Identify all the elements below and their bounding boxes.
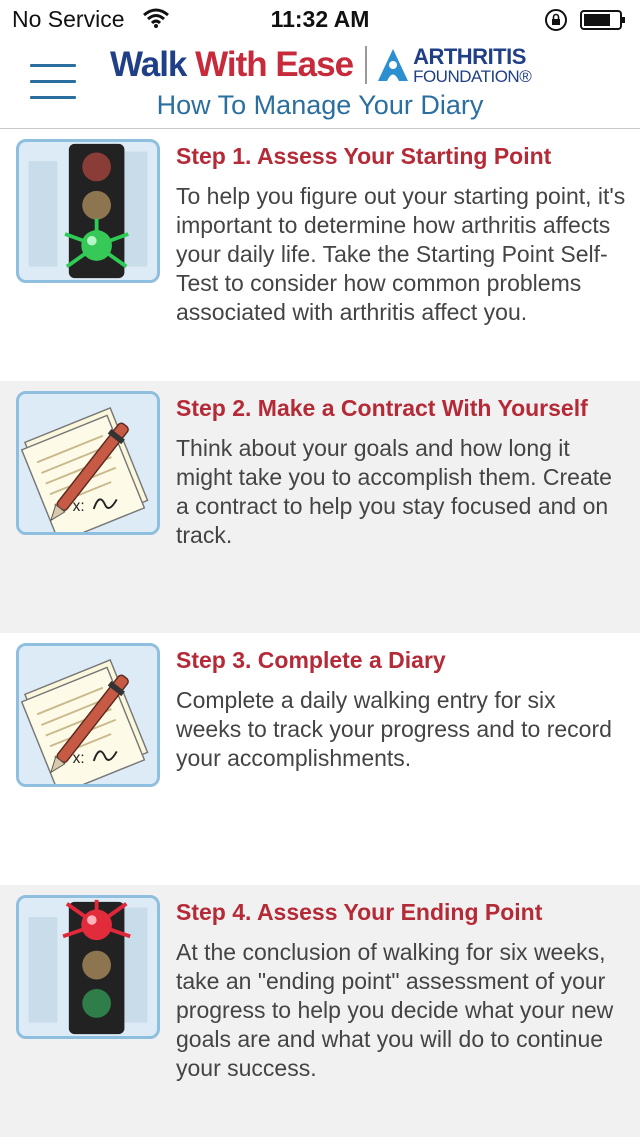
walk-with-ease-logo: Walk With Ease <box>110 45 354 84</box>
step-row-4[interactable]: Step 4. Assess Your Ending Point At the … <box>0 885 640 1137</box>
status-bar: No Service 11:32 AM <box>0 0 640 40</box>
step-title: Step 4. Assess Your Ending Point <box>176 899 543 925</box>
step-description: To help you figure out your starting poi… <box>176 183 626 325</box>
step-row-3[interactable]: x: Step 3. Complete a Diary Complete a d… <box>0 633 640 885</box>
step-row-1[interactable]: Step 1. Assess Your Starting Point To he… <box>0 129 640 381</box>
contract-pen-icon: x: <box>16 643 160 787</box>
step-description: Think about your goals and how long it m… <box>176 435 612 548</box>
step-title: Step 1. Assess Your Starting Point <box>176 143 552 169</box>
arthritis-foundation-mark-icon <box>378 49 409 81</box>
step-title: Step 2. Make a Contract With Yourself <box>176 395 588 421</box>
menu-line <box>30 80 76 83</box>
arthritis-foundation-logo: ARTHRITIS FOUNDATION® <box>377 45 532 85</box>
rotation-lock-icon <box>545 9 567 31</box>
app-header: Walk With Ease ARTHRITIS FOUNDATION® How… <box>0 40 640 129</box>
logo-divider <box>365 46 368 84</box>
page-title: How To Manage Your Diary <box>156 90 484 120</box>
traffic-light-red-icon <box>16 895 160 1039</box>
step-description: At the conclusion of walking for six wee… <box>176 939 614 1081</box>
battery-icon <box>580 10 625 30</box>
app-logo: Walk With Ease ARTHRITIS FOUNDATION® <box>110 42 532 88</box>
step-title: Step 3. Complete a Diary <box>176 647 446 673</box>
step-description: Complete a daily walking entry for six w… <box>176 687 612 771</box>
menu-line <box>30 64 76 67</box>
step-row-2[interactable]: x: Step 2. Make a Contract With Yourself… <box>0 381 640 633</box>
traffic-light-green-icon <box>16 139 160 283</box>
contract-pen-icon: x: <box>16 391 160 535</box>
steps-list: Step 1. Assess Your Starting Point To he… <box>0 129 640 1137</box>
